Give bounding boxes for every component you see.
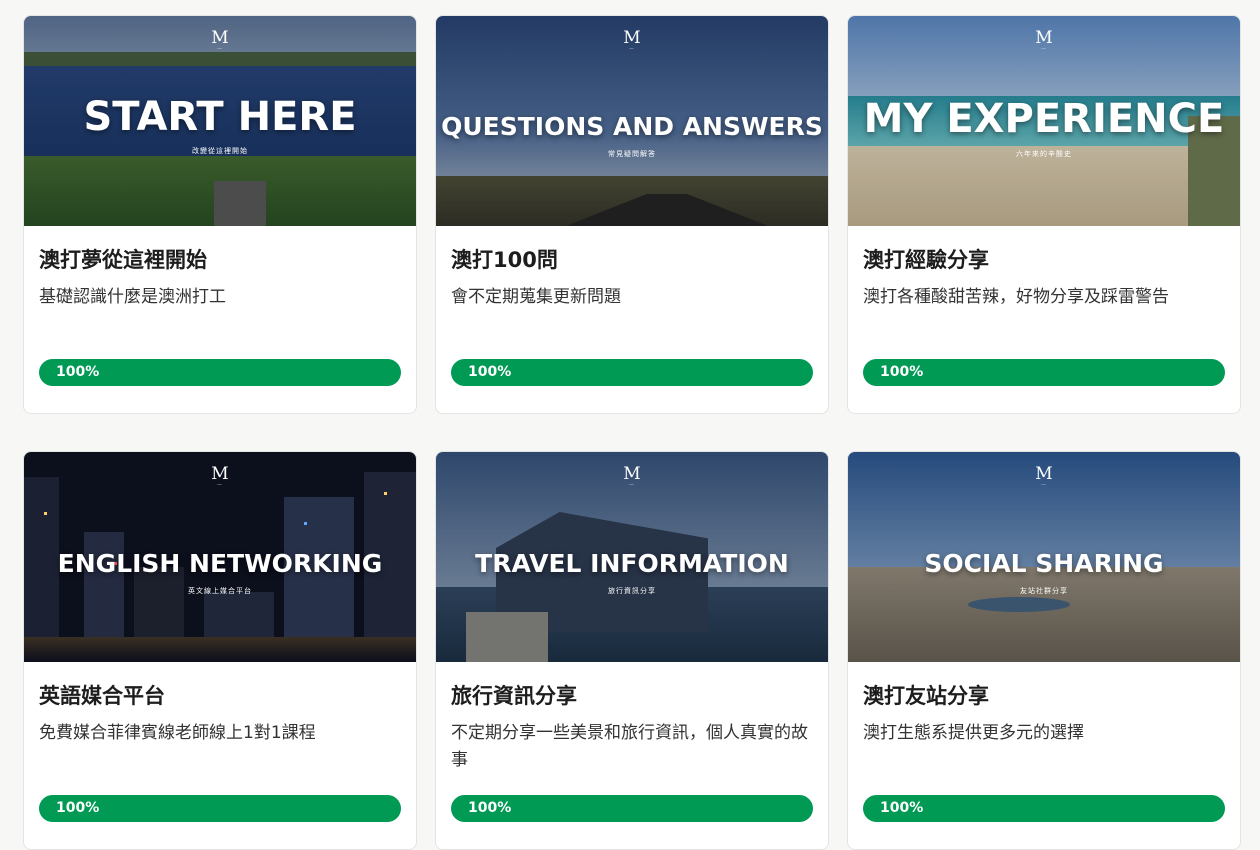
progress-label: 100% (56, 364, 100, 380)
progress-bar: 100% (863, 795, 1225, 822)
course-card-experience[interactable]: M — MY EXPERIENCE 六年來的辛酸史 澳打經驗分享 澳打各種酸甜苦辣… (847, 15, 1241, 414)
course-banner-image[interactable]: M — START HERE 改變從這裡開始 (24, 16, 416, 226)
course-description: 不定期分享一些美景和旅行資訊，個人真實的故事 (451, 723, 808, 770)
course-card-start-here[interactable]: M — START HERE 改變從這裡開始 澳打夢從這裡開始 基礎認識什麼是澳洲… (23, 15, 417, 414)
progress-label: 100% (56, 800, 100, 816)
course-card-travel[interactable]: M — TRAVEL INFORMATION 旅行資訊分享 旅行資訊分享 不定期分… (435, 451, 829, 850)
progress-bar: 100% (863, 359, 1225, 386)
banner-subtitle: 英文線上媒合平台 (188, 587, 252, 595)
course-grid: M — START HERE 改變從這裡開始 澳打夢從這裡開始 基礎認識什麼是澳洲… (23, 15, 1241, 850)
course-banner-image[interactable]: M — TRAVEL INFORMATION 旅行資訊分享 (436, 452, 828, 662)
course-title[interactable]: 澳打100問 (451, 246, 813, 274)
progress-label: 100% (468, 800, 512, 816)
progress-bar: 100% (451, 795, 813, 822)
banner-subtitle: 旅行資訊分享 (608, 587, 656, 595)
course-title[interactable]: 澳打夢從這裡開始 (39, 246, 401, 274)
progress-label: 100% (880, 800, 924, 816)
course-banner-image[interactable]: M — SOCIAL SHARING 友站社群分享 (848, 452, 1240, 662)
banner-subtitle: 友站社群分享 (1020, 587, 1068, 595)
course-description: 澳打各種酸甜苦辣，好物分享及踩雷警告 (863, 287, 1169, 307)
course-description: 基礎認識什麼是澳洲打工 (39, 287, 226, 307)
progress-bar: 100% (451, 359, 813, 386)
course-title[interactable]: 澳打經驗分享 (863, 246, 1225, 274)
course-title[interactable]: 旅行資訊分享 (451, 682, 813, 710)
course-description: 會不定期蒐集更新問題 (451, 287, 621, 307)
progress-bar: 100% (39, 795, 401, 822)
course-description: 免費媒合菲律賓線老師線上1對1課程 (39, 723, 316, 743)
brand-logo: M — (623, 464, 641, 488)
course-banner-image[interactable]: M — QUESTIONS AND ANSWERS 常見疑問解答 (436, 16, 828, 226)
course-title[interactable]: 澳打友站分享 (863, 682, 1225, 710)
banner-subtitle: 常見疑問解答 (608, 150, 656, 158)
banner-subtitle: 六年來的辛酸史 (1016, 150, 1072, 158)
progress-bar: 100% (39, 359, 401, 386)
brand-logo: M — (1035, 464, 1053, 488)
progress-label: 100% (880, 364, 924, 380)
banner-title: START HERE (83, 94, 357, 140)
banner-title: ENGLISH NETWORKING (57, 549, 383, 578)
course-title[interactable]: 英語媒合平台 (39, 682, 401, 710)
banner-title: SOCIAL SHARING (924, 549, 1164, 578)
banner-title: QUESTIONS AND ANSWERS (441, 112, 823, 141)
course-banner-image[interactable]: M — MY EXPERIENCE 六年來的辛酸史 (848, 16, 1240, 226)
brand-logo: M — (1035, 28, 1053, 52)
course-banner-image[interactable]: M — ENGLISH NETWORKING 英文線上媒合平台 (24, 452, 416, 662)
course-description: 澳打生態系提供更多元的選擇 (863, 723, 1084, 743)
progress-label: 100% (468, 364, 512, 380)
course-card-social[interactable]: M — SOCIAL SHARING 友站社群分享 澳打友站分享 澳打生態系提供更… (847, 451, 1241, 850)
brand-logo: M — (623, 28, 641, 52)
course-card-english[interactable]: M — ENGLISH NETWORKING 英文線上媒合平台 英語媒合平台 免費… (23, 451, 417, 850)
brand-logo: M — (211, 28, 229, 52)
banner-title: TRAVEL INFORMATION (475, 549, 789, 578)
banner-subtitle: 改變從這裡開始 (192, 147, 248, 155)
banner-title: MY EXPERIENCE (863, 96, 1225, 142)
course-card-questions[interactable]: M — QUESTIONS AND ANSWERS 常見疑問解答 澳打100問 會… (435, 15, 829, 414)
brand-logo: M — (211, 464, 229, 488)
